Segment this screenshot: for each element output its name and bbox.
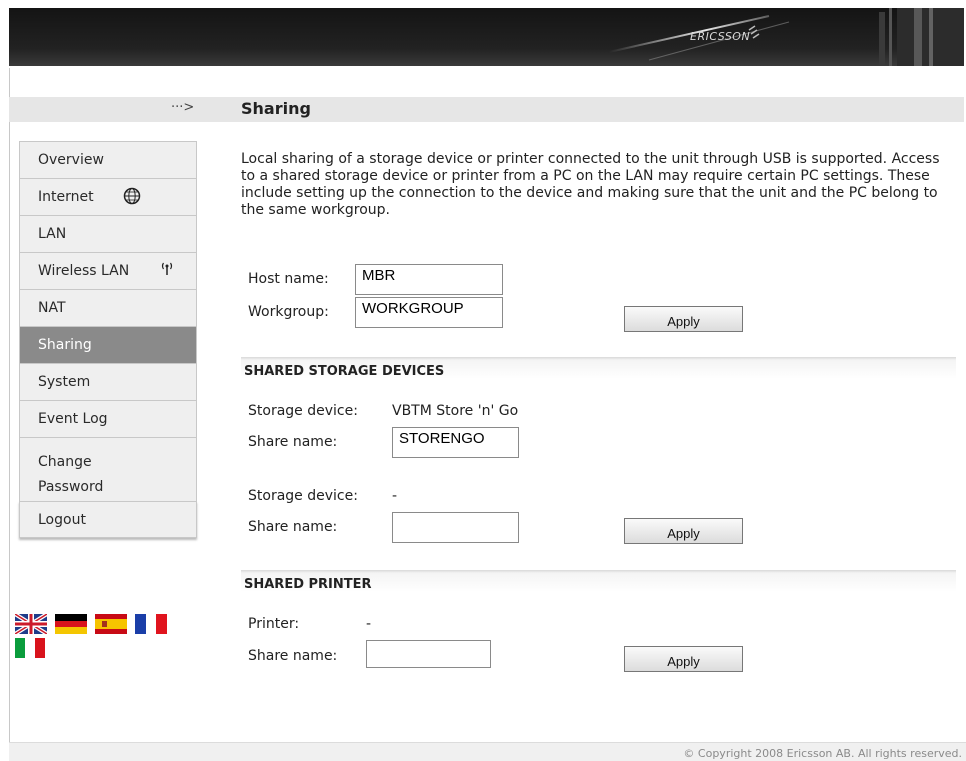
sidebar-item-label: NAT bbox=[38, 300, 66, 316]
wireless-icon bbox=[159, 260, 175, 280]
copyright-text: © Copyright 2008 Ericsson AB. All rights… bbox=[683, 747, 962, 760]
shared-printer-section: SHARED PRINTER bbox=[241, 570, 956, 600]
title-band bbox=[9, 97, 964, 122]
sidebar-item-label: System bbox=[38, 374, 91, 390]
italian-flag-icon[interactable] bbox=[15, 638, 45, 658]
sidebar-item-label: Event Log bbox=[38, 411, 108, 427]
host-name-label: Host name: bbox=[248, 271, 329, 287]
sidebar-item-event-log[interactable]: Event Log bbox=[19, 400, 197, 437]
host-name-input[interactable]: MBR bbox=[355, 264, 503, 295]
sidebar-item-label: Sharing bbox=[38, 337, 92, 353]
storage-device-1-label: Storage device: bbox=[248, 403, 358, 419]
sidebar-item-internet[interactable]: Internet bbox=[19, 178, 197, 215]
english-flag-icon[interactable] bbox=[15, 614, 47, 634]
sidebar-item-logout[interactable]: Logout bbox=[19, 501, 197, 538]
apply-printer-button[interactable]: Apply bbox=[624, 646, 743, 672]
arrow-indicator: ···> bbox=[171, 100, 195, 115]
workgroup-input[interactable]: WORKGROUP bbox=[355, 297, 503, 328]
storage-device-2-label: Storage device: bbox=[248, 488, 358, 504]
sidebar-item-label: Overview bbox=[38, 152, 104, 168]
sidebar-item-wireless-lan[interactable]: Wireless LAN bbox=[19, 252, 197, 289]
share-name-2-input[interactable] bbox=[392, 512, 519, 543]
sidebar-item-label: Internet bbox=[38, 189, 94, 205]
printer-label: Printer: bbox=[248, 616, 300, 632]
ericsson-logo: ERICSSON bbox=[690, 30, 751, 43]
storage-device-2-value: - bbox=[392, 488, 398, 504]
printer-value: - bbox=[366, 616, 372, 632]
section-heading: SHARED PRINTER bbox=[244, 577, 372, 592]
printer-share-name-input[interactable] bbox=[366, 640, 491, 668]
sidebar-item-sharing[interactable]: Sharing bbox=[19, 326, 197, 363]
shared-storage-section: SHARED STORAGE DEVICES bbox=[241, 357, 956, 387]
sidebar-nav: Overview Internet LAN Wireless LAN NAT S… bbox=[19, 141, 197, 538]
sidebar-item-change-password[interactable]: Change Password bbox=[19, 437, 197, 501]
footer: © Copyright 2008 Ericsson AB. All rights… bbox=[9, 742, 966, 761]
german-flag-icon[interactable] bbox=[55, 614, 87, 634]
sidebar-item-overview[interactable]: Overview bbox=[19, 141, 197, 178]
spanish-flag-icon[interactable] bbox=[95, 614, 127, 634]
sidebar-item-lan[interactable]: LAN bbox=[19, 215, 197, 252]
sidebar-item-nat[interactable]: NAT bbox=[19, 289, 197, 326]
apply-general-button[interactable]: Apply bbox=[624, 306, 743, 332]
page-title: Sharing bbox=[241, 99, 311, 118]
sidebar-item-label: Wireless LAN bbox=[38, 263, 130, 279]
apply-storage-button[interactable]: Apply bbox=[624, 518, 743, 544]
share-name-1-input[interactable]: STORENGO bbox=[392, 427, 519, 458]
french-flag-icon[interactable] bbox=[135, 614, 167, 634]
share-name-1-label: Share name: bbox=[248, 434, 338, 450]
sidebar-item-system[interactable]: System bbox=[19, 363, 197, 400]
sidebar-item-label: Change Password bbox=[38, 454, 104, 495]
header-banner bbox=[9, 8, 964, 66]
share-name-2-label: Share name: bbox=[248, 519, 338, 535]
sidebar-item-label: Logout bbox=[38, 511, 86, 528]
header: ERICSSON bbox=[0, 0, 966, 68]
sharing-description: Local sharing of a storage device or pri… bbox=[241, 151, 940, 218]
globe-icon bbox=[123, 187, 141, 209]
header-swoosh-graphic bbox=[608, 8, 964, 66]
printer-share-name-label: Share name: bbox=[248, 648, 338, 664]
storage-device-1-value: VBTM Store 'n' Go bbox=[392, 403, 519, 419]
sidebar-item-label: LAN bbox=[38, 226, 67, 242]
section-heading: SHARED STORAGE DEVICES bbox=[244, 364, 445, 379]
workgroup-label: Workgroup: bbox=[248, 304, 329, 320]
